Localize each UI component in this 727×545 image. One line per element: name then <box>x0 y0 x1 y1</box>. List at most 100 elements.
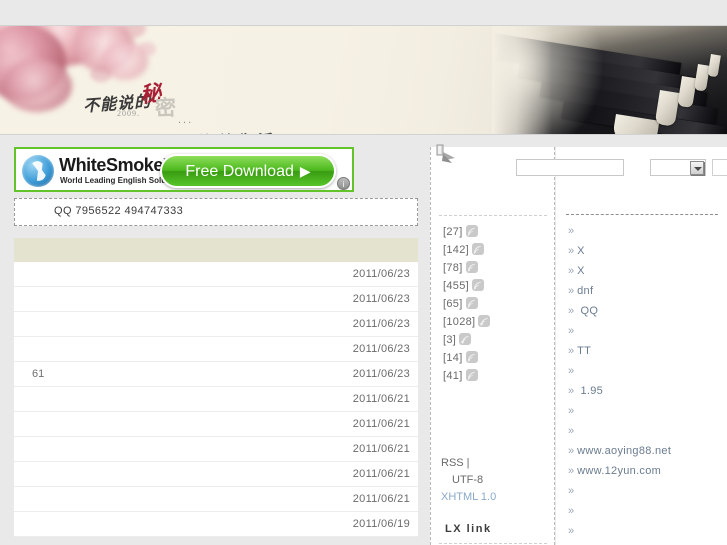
friend-link-item[interactable]: » <box>568 485 726 505</box>
category-item[interactable]: [41] <box>443 369 553 387</box>
friend-link-item[interactable]: » X <box>568 265 726 285</box>
search-input[interactable] <box>516 159 624 176</box>
rss-icon[interactable] <box>465 369 478 381</box>
main-column: WhiteSmoke™ World Leading English Soluti… <box>14 147 418 537</box>
category-item[interactable]: [3] <box>443 333 553 351</box>
post-row[interactable]: 2011/06/21 <box>14 462 418 487</box>
post-row[interactable]: 61 2011/06/23 <box>14 362 418 387</box>
category-item[interactable]: [14] <box>443 351 553 369</box>
friend-link-item[interactable]: » TT <box>568 345 726 365</box>
post-row[interactable]: 2011/06/23 <box>14 337 418 362</box>
post-title[interactable]: 61 <box>32 368 44 380</box>
post-row[interactable]: 2011/06/19 <box>14 512 418 537</box>
rss-icon[interactable] <box>465 261 478 273</box>
rss-icon[interactable] <box>465 225 478 237</box>
rss-icon[interactable] <box>471 279 484 291</box>
category-list: [27] [142] [78] [455] [65] [1028] [3] [14] [41] <box>443 225 553 387</box>
rss-icon[interactable] <box>478 315 491 327</box>
friend-link-item[interactable]: » <box>568 425 726 445</box>
friend-link-label[interactable]: www.aoying88.net <box>577 445 671 457</box>
ad-brand-text: WhiteSmoke <box>59 155 164 175</box>
friend-link-label[interactable]: dnf <box>577 285 593 297</box>
free-download-label: Free Download <box>185 163 294 180</box>
chevron-right-icon: » <box>568 365 574 377</box>
post-list: 2011/06/23 2011/06/23 2011/06/23 2011/06/23… <box>14 262 418 537</box>
friend-link-item[interactable]: » www.12yun.com <box>568 465 726 485</box>
post-date: 2011/06/21 <box>352 393 410 405</box>
friend-link-item[interactable]: » <box>568 225 726 245</box>
friend-link-item[interactable]: » <box>568 365 726 385</box>
friend-link-item[interactable]: » 1.95 <box>568 385 726 405</box>
post-date: 2011/06/23 <box>352 293 410 305</box>
site-banner: 不能说的 2009. 秘 密 ... 简单生活 Just Secret. <box>0 25 727 135</box>
chevron-right-icon: » <box>568 505 574 517</box>
post-date: 2011/06/23 <box>352 368 410 380</box>
friend-link-label[interactable]: 1.95 <box>577 385 603 397</box>
rss-row[interactable]: RSS | <box>441 457 553 474</box>
chevron-right-icon: » <box>568 325 574 337</box>
category-count: [14] <box>443 352 463 364</box>
category-count: [455] <box>443 280 469 292</box>
friend-link-label[interactable]: QQ <box>577 305 598 317</box>
search-submit-button[interactable] <box>712 159 727 176</box>
chevron-right-icon: » <box>568 305 574 317</box>
right-divider <box>566 214 718 215</box>
friend-link-item[interactable]: » www.aoying88.net <box>568 445 726 465</box>
friend-link-item[interactable]: » <box>568 325 726 345</box>
post-row[interactable]: 2011/06/23 <box>14 312 418 337</box>
right-sidebar: »» X» X» dnf» QQ»» TT»» 1.95»»» www.aoying88.… <box>556 147 727 545</box>
friend-link-item[interactable]: » <box>568 405 726 425</box>
friend-link-label[interactable]: www.12yun.com <box>577 465 661 477</box>
rss-label: RSS | <box>441 457 470 469</box>
ad-info-icon[interactable]: i <box>337 177 350 190</box>
friend-link-item[interactable]: » dnf <box>568 285 726 305</box>
search-scope-select[interactable] <box>650 159 706 176</box>
chevron-right-icon: » <box>568 385 574 397</box>
charset-label: UTF-8 <box>452 474 484 486</box>
banner-secret-char-gray: 密 <box>154 95 177 121</box>
friend-link-item[interactable]: » <box>568 525 726 545</box>
post-row[interactable]: 2011/06/23 <box>14 287 418 312</box>
post-date: 2011/06/21 <box>352 468 410 480</box>
chevron-down-icon[interactable] <box>690 161 704 175</box>
qq-contact-box: QQ 7956522 494747333 <box>14 198 418 226</box>
post-row[interactable]: 2011/06/21 <box>14 437 418 462</box>
friend-link-item[interactable]: » QQ <box>568 305 726 325</box>
site-meta-block: RSS | UTF-8 XHTML 1.0 <box>441 457 553 508</box>
category-count: [142] <box>443 244 469 256</box>
friend-link-item[interactable]: » <box>568 505 726 525</box>
lx-link-heading[interactable]: LX link <box>445 523 492 535</box>
post-row[interactable]: 2011/06/23 <box>14 262 418 287</box>
chevron-right-icon: » <box>568 445 574 457</box>
friend-link-item[interactable]: » X <box>568 245 726 265</box>
friend-link-label[interactable]: X <box>577 265 585 277</box>
post-row[interactable]: 2011/06/21 <box>14 487 418 512</box>
post-list-header <box>14 238 418 262</box>
chevron-right-icon: » <box>568 465 574 477</box>
chevron-right-icon: » <box>568 485 574 497</box>
post-row[interactable]: 2011/06/21 <box>14 412 418 437</box>
category-count: [41] <box>443 370 463 382</box>
middle-sidebar: [27] [142] [78] [455] [65] [1028] [3] [14] [41] … <box>430 144 555 545</box>
rss-icon[interactable] <box>465 351 478 363</box>
banner-subtitle-cn: 简单生活 <box>198 129 278 134</box>
category-item[interactable]: [27] <box>443 225 553 243</box>
rss-icon[interactable] <box>465 297 478 309</box>
friend-link-label[interactable]: TT <box>577 345 591 357</box>
advertisement-banner[interactable]: WhiteSmoke™ World Leading English Soluti… <box>14 147 354 192</box>
rss-icon[interactable] <box>459 333 472 345</box>
category-item[interactable]: [65] <box>443 297 553 315</box>
category-item[interactable]: [142] <box>443 243 553 261</box>
category-item[interactable]: [455] <box>443 279 553 297</box>
friend-link-label[interactable]: X <box>577 245 585 257</box>
post-date: 2011/06/21 <box>352 493 410 505</box>
category-count: [1028] <box>443 316 476 328</box>
charset-row: UTF-8 <box>441 474 553 491</box>
doctype-row[interactable]: XHTML 1.0 <box>441 491 553 508</box>
qq-contact-text: QQ 7956522 494747333 <box>54 205 184 217</box>
free-download-button[interactable]: Free Download ▶ <box>160 154 336 188</box>
rss-icon[interactable] <box>471 243 484 255</box>
category-item[interactable]: [1028] <box>443 315 553 333</box>
post-row[interactable]: 2011/06/21 <box>14 387 418 412</box>
category-item[interactable]: [78] <box>443 261 553 279</box>
